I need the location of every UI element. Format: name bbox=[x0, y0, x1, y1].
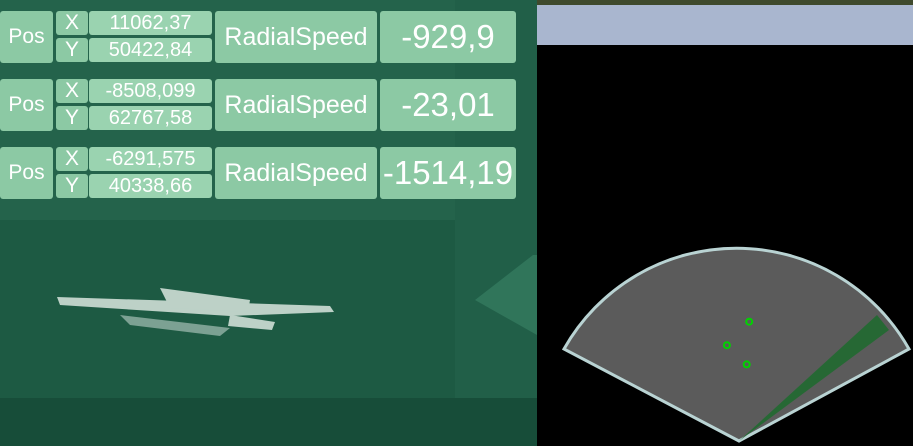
radial-speed-value: -1514,19 bbox=[380, 147, 516, 199]
radial-speed-label: RadialSpeed bbox=[215, 147, 377, 199]
radial-speed-value: -929,9 bbox=[380, 11, 516, 63]
x-coordinate-value: -8508,099 bbox=[89, 79, 212, 103]
pos-label: Pos bbox=[0, 11, 53, 63]
x-axis-label: X bbox=[56, 79, 88, 103]
y-coordinate-value: 62767,58 bbox=[89, 106, 212, 130]
radar-panel bbox=[537, 5, 913, 446]
x-axis-label: X bbox=[56, 147, 88, 171]
scene-drawing bbox=[0, 0, 537, 446]
scene-viewport bbox=[0, 0, 537, 446]
y-axis-label: Y bbox=[56, 106, 88, 130]
radar-display bbox=[561, 246, 912, 443]
x-axis-label: X bbox=[56, 11, 88, 35]
scene-floor bbox=[0, 398, 537, 446]
y-axis-label: Y bbox=[56, 174, 88, 198]
radial-speed-label: RadialSpeed bbox=[215, 79, 377, 131]
radial-speed-value: -23,01 bbox=[380, 79, 516, 131]
scene-pillar bbox=[455, 0, 537, 420]
x-coordinate-value: -6291,575 bbox=[89, 147, 212, 171]
pos-label: Pos bbox=[0, 147, 53, 199]
x-coordinate-value: 11062,37 bbox=[89, 11, 212, 35]
y-coordinate-value: 50422,84 bbox=[89, 38, 212, 62]
radial-speed-label: RadialSpeed bbox=[215, 11, 377, 63]
pos-label: Pos bbox=[0, 79, 53, 131]
y-coordinate-value: 40338,66 bbox=[89, 174, 212, 198]
y-axis-label: Y bbox=[56, 38, 88, 62]
